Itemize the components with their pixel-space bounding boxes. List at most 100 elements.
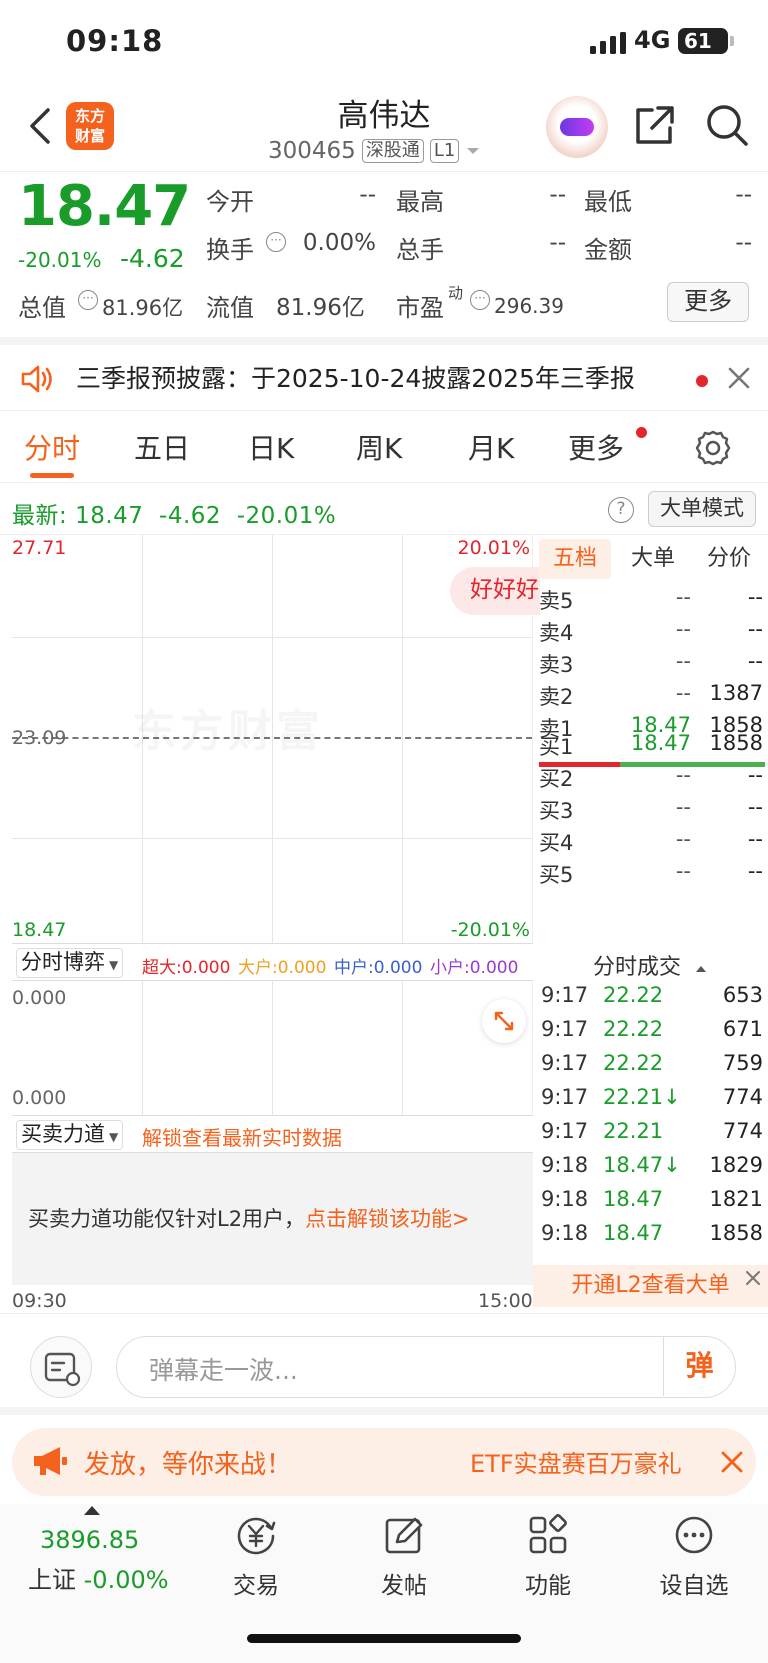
indicator-row: 分时博弈 ▼ 超大:0.000 大户:0.000 中户:0.000 小户:0.00… [12,943,533,981]
tab-five-day[interactable]: 五日 [134,427,190,467]
danmaku-send-button[interactable]: 弹 [663,1337,735,1396]
book-row[interactable]: 买1 18.47 1858 [539,731,763,763]
book-level-price: -- [675,859,691,883]
expand-icon[interactable] [482,999,526,1043]
book-level-label: 买3 [539,799,574,823]
book-tab-five-levels[interactable]: 五档 [539,539,612,579]
trade-time: 9:17 [541,1017,589,1041]
battery-icon: 61 [678,28,734,54]
bottom-nav: 3896.85 上证 -0.00% 交易 发帖 功能 设自选 [0,1504,768,1663]
book-row[interactable]: 卖5 -- -- [539,585,763,617]
watermark: 东方财富 [132,695,324,759]
force-select[interactable]: 买卖力道 ▼ [16,1120,124,1150]
nav-functions[interactable]: 功能 [498,1512,598,1600]
help-icon[interactable]: ? [608,497,634,523]
pe-superscript: 动 [448,284,464,302]
tab-weekly-k[interactable]: 周K [356,427,402,467]
book-tab-big-orders[interactable]: 大单 [631,539,675,579]
nav-trade[interactable]: 交易 [206,1512,306,1600]
open-value: -- [359,182,376,208]
level-tag: L1 [429,139,460,163]
latest-summary: 最新: 18.47 -4.62 -20.01% [12,496,336,530]
info-icon[interactable]: ··· [78,290,98,310]
book-level-price: -- [675,617,691,641]
trade-row: 9:17 22.21↓ 774 [541,1085,763,1121]
low-value: -- [735,182,752,208]
book-row[interactable]: 买3 -- -- [539,795,763,827]
big-order-mode-button[interactable]: 大单模式 [648,491,756,527]
trade-volume: 759 [722,1051,763,1075]
book-row[interactable]: 卖4 -- -- [539,617,763,649]
tab-intraday[interactable]: 分时 [24,427,80,467]
trade-time: 9:18 [541,1153,589,1177]
nav-add-watchlist[interactable]: 设自选 [644,1512,744,1600]
trade-volume: 1821 [709,1187,763,1211]
home-indicator [247,1634,521,1643]
open-l2-banner[interactable]: 开通L2查看大单 [533,1265,768,1307]
float-label: 流值 [206,294,254,322]
l2-notice: 买卖力道功能仅针对L2用户，点击解锁该功能> [28,1203,470,1233]
search-icon[interactable] [704,102,750,148]
tab-more[interactable]: 更多 [568,427,624,467]
tab-daily-k[interactable]: 日K [248,427,294,467]
danmaku-settings-button[interactable] [30,1336,92,1398]
latest-price: 18.47 [75,503,144,529]
danmaku-bubble[interactable]: 好好好 [450,567,540,615]
open-l2-text: 开通L2查看大单 [571,1273,730,1298]
close-icon[interactable] [718,1448,746,1476]
status-bar: 09:18 4G 61 [0,0,768,80]
announcement-bar[interactable]: 三季报预披露：于2025-10-24披露2025年三季报 [0,337,768,411]
danmaku-input[interactable]: 弹幕走一波... 弹 [116,1336,736,1398]
sub-chart[interactable]: 0.000 0.000 [12,981,533,1115]
time-start: 09:30 [12,1290,67,1312]
index-summary[interactable]: 上证 -0.00% [28,1560,169,1595]
mktcap-value: 81.96亿 [102,296,184,320]
grid-line [402,535,403,943]
latest-change: -4.62 [159,503,222,529]
share-icon[interactable] [632,102,678,148]
book-row[interactable]: 买2 -- -- [539,763,763,795]
trade-time: 9:17 [541,983,589,1007]
index-value[interactable]: 3896.85 [40,1526,139,1554]
close-icon[interactable] [726,365,752,391]
pe-value: 296.39 [494,294,564,318]
ai-assistant-icon[interactable] [546,96,608,158]
book-row[interactable]: 买4 -- -- [539,827,763,859]
pct-axis-top: 20.01% [457,537,530,559]
gear-icon[interactable] [694,429,732,467]
trade-volume: 1858 [709,1221,763,1245]
unlock-link[interactable]: 解锁查看最新实时数据 [142,1122,342,1151]
book-row[interactable]: 卖3 -- -- [539,649,763,681]
dropdown-icon[interactable] [465,146,481,156]
y-axis-mid: 23.09 [12,727,67,749]
caret-up-icon[interactable] [84,1506,100,1515]
book-row[interactable]: 卖2 -- 1387 [539,681,763,713]
info-icon[interactable]: ··· [470,290,490,310]
indicator-select-label: 分时博弈 [21,950,105,974]
tab-monthly-k[interactable]: 月K [468,427,514,467]
trades-title[interactable]: 分时成交 [533,949,768,981]
close-icon[interactable] [742,1267,764,1289]
info-icon[interactable]: ··· [266,232,286,252]
book-level-price: -- [675,827,691,851]
trade-volume: 671 [722,1017,763,1041]
book-level-label: 买1 [539,735,574,759]
l2-unlock-link[interactable]: 点击解锁该功能> [305,1207,470,1231]
promo-banner[interactable]: 发放，等你来战！ ETF实盘赛百万豪礼 [12,1428,756,1496]
index-pct: -0.00% [83,1566,169,1594]
book-row[interactable]: 买5 -- -- [539,859,763,891]
book-level-price: -- [675,681,691,705]
intraday-chart[interactable]: 东方财富 27.71 23.09 18.47 20.01% -20.01% 好好… [12,535,540,943]
trade-volume: 774 [722,1085,763,1109]
indicator-select[interactable]: 分时博弈 ▼ [16,948,124,978]
announcement-text: 三季报预披露：于2025-10-24披露2025年三季报 [76,364,635,393]
trade-ticks[interactable]: 分时成交 9:17 22.22 653 9:17 22.22 671 9:17 22.22 75… [533,943,768,1307]
volume-label: 总手 [396,236,444,264]
more-button[interactable]: 更多 [667,282,749,322]
trade-row: 9:17 22.22 671 [541,1017,763,1053]
book-level-label: 买5 [539,863,574,887]
stock-code-row[interactable]: 300465 深股通 L1 [268,136,481,166]
book-tab-price-dist[interactable]: 分价 [707,539,751,579]
stock-header: 东方 财富 高伟达 300465 深股通 L1 [0,80,768,172]
nav-post[interactable]: 发帖 [354,1512,454,1600]
